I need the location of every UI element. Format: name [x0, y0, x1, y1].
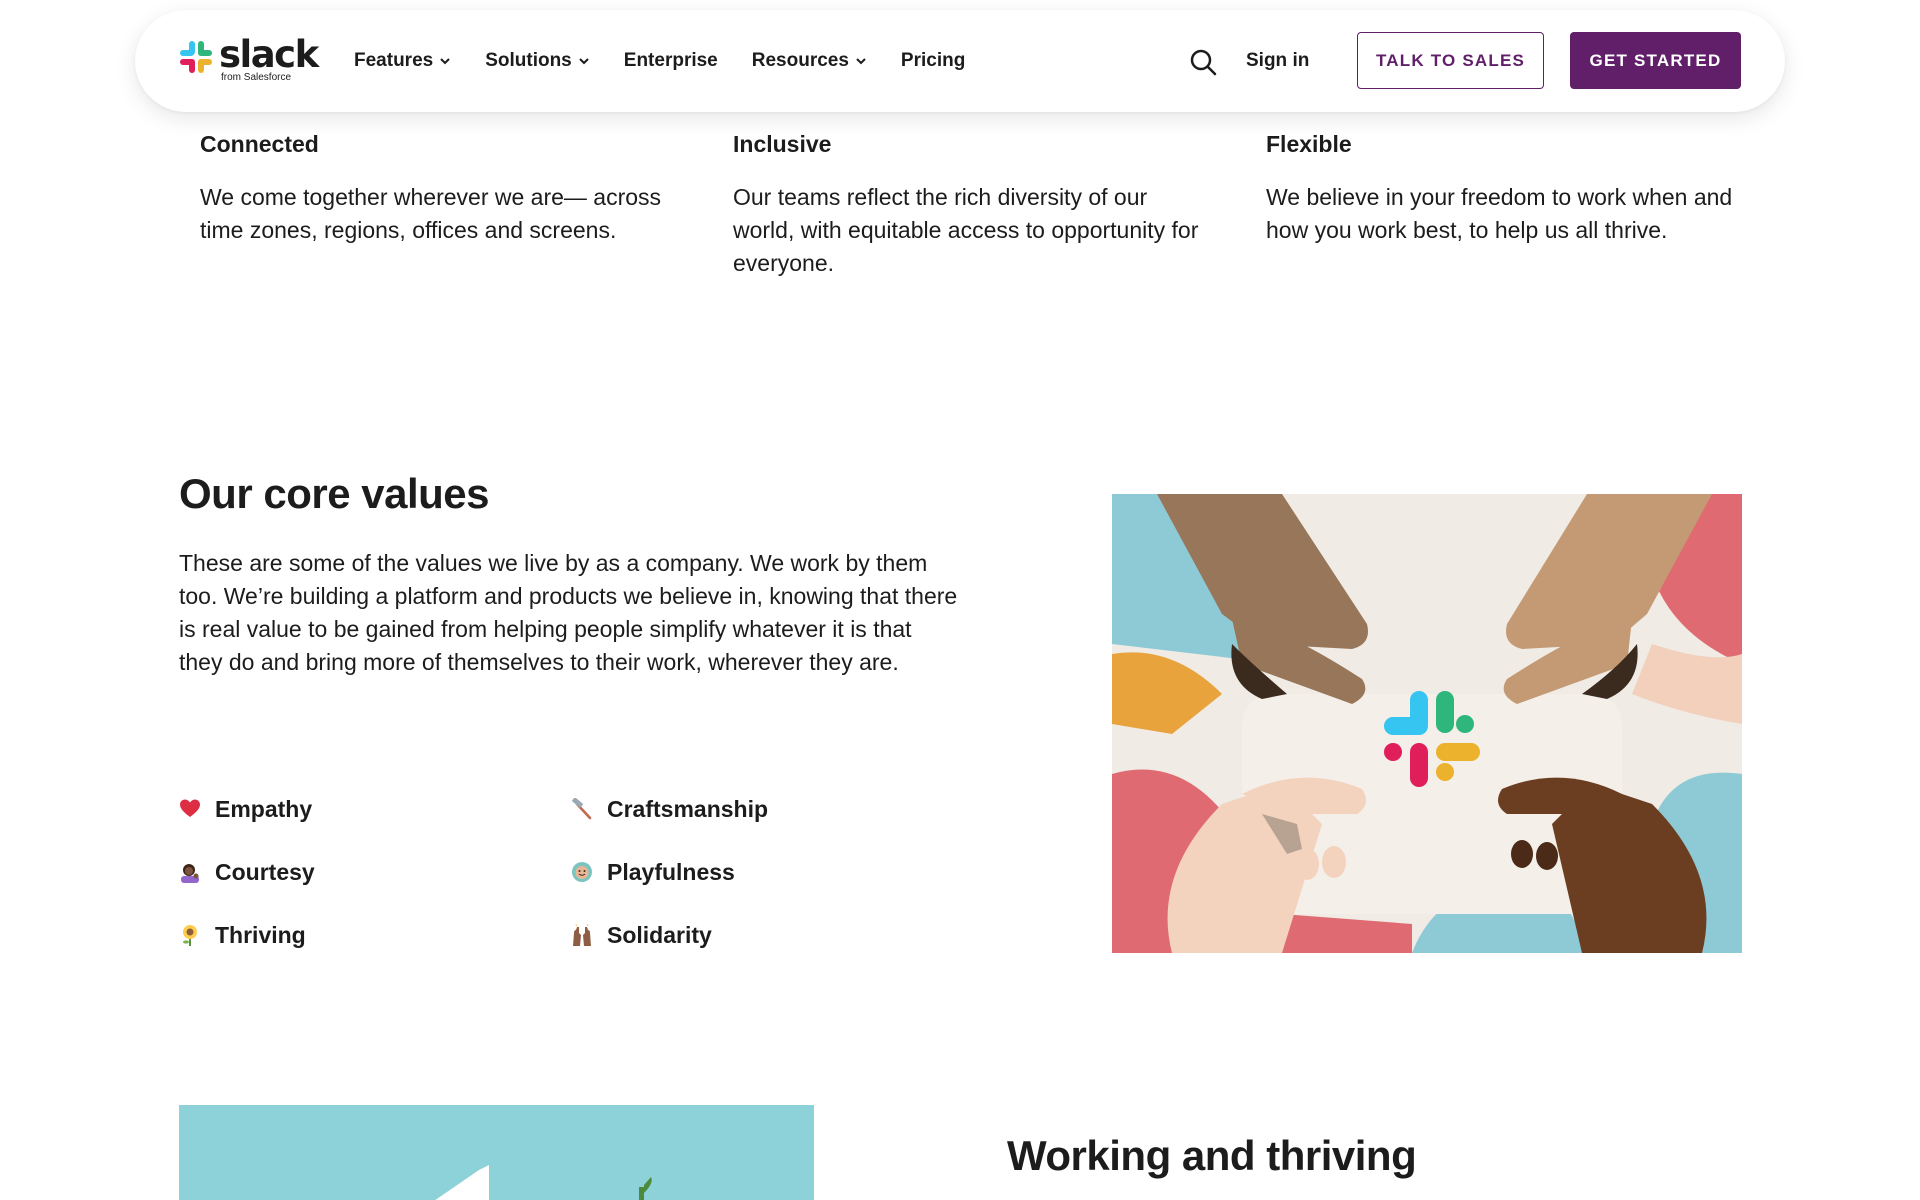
value-craftsmanship: Craftsmanship — [571, 792, 768, 826]
nav-link-resources[interactable]: Resources — [752, 50, 867, 72]
value-thriving: Thriving — [179, 918, 306, 952]
principle-text: We come together wherever we are— across… — [200, 184, 662, 243]
principle-text: Our teams reflect the rich diversity of … — [733, 184, 1199, 276]
principle-inclusive: Inclusive Our teams reflect the rich div… — [733, 127, 1203, 280]
nav-link-label: Features — [354, 50, 434, 71]
core-values-description: These are some of the values we live by … — [179, 550, 958, 675]
value-solidarity: Solidarity — [571, 918, 712, 952]
search-icon[interactable] — [1189, 48, 1217, 76]
nav-link-label: Pricing — [900, 50, 966, 71]
nav-link-label: Solutions — [485, 50, 572, 71]
value-label: Solidarity — [607, 921, 712, 948]
value-label: Thriving — [215, 921, 306, 948]
working-and-thriving-illustration — [179, 1105, 814, 1200]
hands-holding-slack-logo-illustration — [1112, 494, 1742, 953]
get-started-button[interactable]: GET STARTED — [1570, 32, 1741, 89]
value-label: Craftsmanship — [607, 795, 769, 822]
principle-flexible: Flexible We believe in your freedom to w… — [1266, 127, 1736, 247]
chevron-down-icon — [440, 58, 450, 65]
value-courtesy: Courtesy — [179, 855, 315, 889]
principle-title: Inclusive — [733, 131, 832, 157]
value-label: Courtesy — [215, 858, 315, 885]
principle-title: Flexible — [1266, 131, 1352, 157]
nav-link-enterprise[interactable]: Enterprise — [624, 50, 718, 72]
sign-in-link[interactable]: Sign in — [1246, 10, 1309, 112]
value-playfulness: Playfulness — [571, 855, 735, 889]
nav-link-solutions[interactable]: Solutions — [485, 50, 590, 72]
nav-link-pricing[interactable]: Pricing — [901, 50, 965, 72]
talk-to-sales-button[interactable]: TALK TO SALES — [1357, 32, 1544, 89]
nav-link-label: Resources — [751, 50, 849, 71]
working-and-thriving-heading: Working and thriving — [1007, 1132, 1417, 1179]
value-label: Playfulness — [607, 858, 735, 885]
chevron-down-icon — [856, 58, 866, 65]
nav-link-features[interactable]: Features — [354, 50, 451, 72]
nav-links: Features Solutions Enterprise Resources … — [354, 10, 965, 112]
sunflower-icon — [183, 925, 197, 946]
heart-icon — [180, 799, 200, 817]
logo-wordmark: slack — [219, 33, 319, 76]
hammer-icon — [572, 798, 592, 820]
principle-connected: Connected We come together wherever we a… — [200, 127, 670, 247]
nav-link-label: Enterprise — [623, 50, 718, 71]
principle-text: We believe in your freedom to work when … — [1266, 184, 1733, 243]
logo-subtitle-text: from Salesforce — [221, 72, 292, 83]
slightly-smiling-face-icon — [572, 862, 592, 882]
person-tipping-hand-icon — [181, 864, 199, 883]
chevron-down-icon — [579, 58, 589, 65]
principle-title: Connected — [200, 131, 319, 157]
slack-logo[interactable]: slack from Salesforce — [179, 36, 319, 83]
top-navigation: slack from Salesforce Features Solutions… — [135, 10, 1785, 112]
core-values-heading: Our core values — [179, 470, 489, 517]
raised-hands-icon — [573, 924, 591, 946]
value-empathy: Empathy — [179, 792, 312, 826]
slack-logo-mark-icon — [180, 41, 212, 73]
value-label: Empathy — [215, 795, 313, 822]
